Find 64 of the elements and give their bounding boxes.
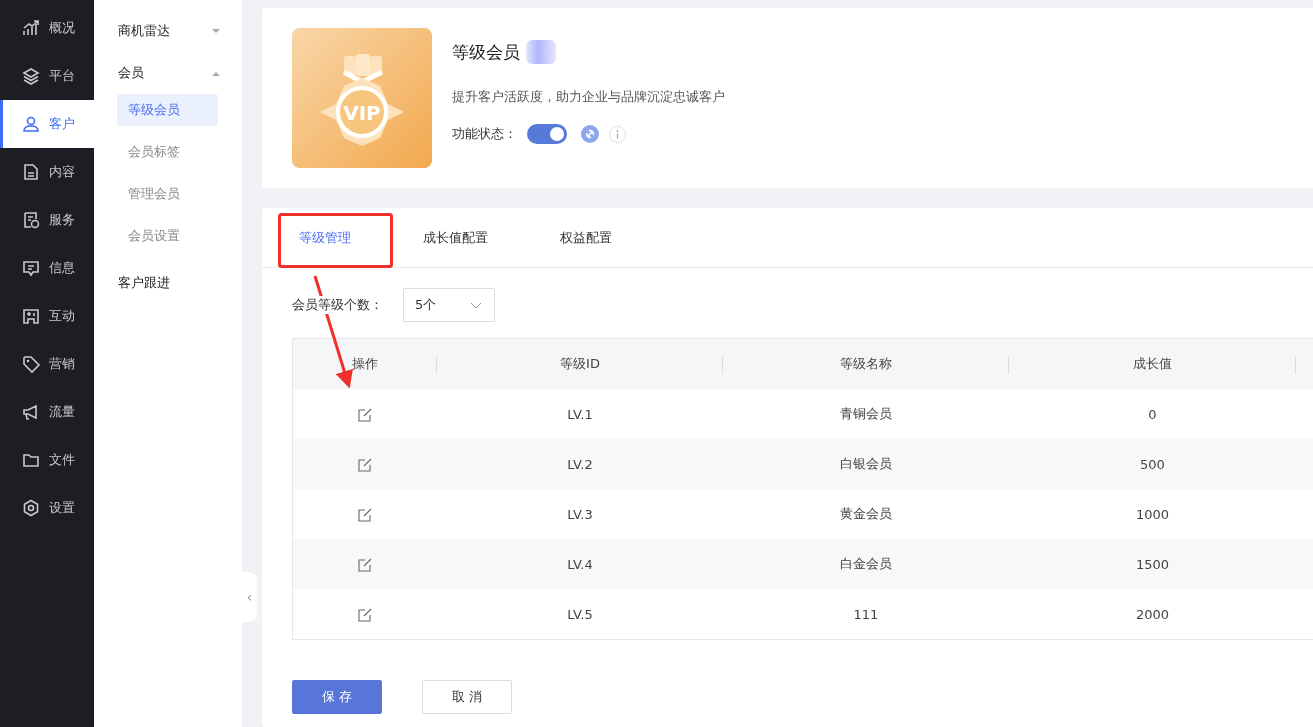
vip-text: VIP — [343, 101, 381, 125]
table-cell: 青铜会员 — [840, 406, 892, 421]
table-cell: LV.2 — [567, 456, 593, 472]
table-cell: 白金会员 — [840, 556, 892, 571]
edit-icon[interactable] — [358, 607, 372, 622]
table-cell: 2000 — [1135, 606, 1170, 622]
tag-icon — [21, 354, 41, 374]
status-label: 功能状态： — [452, 125, 517, 143]
table-cell: LV.5 — [567, 606, 593, 622]
column-header: 等级ID — [560, 356, 600, 371]
person-icon — [21, 114, 41, 134]
nav-item[interactable]: 流量 — [0, 388, 94, 436]
cancel-button[interactable]: 取 消 — [422, 680, 512, 714]
tab[interactable]: 权益配置 — [539, 208, 633, 267]
gamepad-icon — [21, 306, 41, 326]
nav-item[interactable]: 设置 — [0, 484, 94, 532]
nav-item[interactable]: 内容 — [0, 148, 94, 196]
level-count-select[interactable]: 5个 — [403, 288, 495, 322]
table-cell: 1000 — [1135, 506, 1170, 522]
edit-icon[interactable] — [358, 507, 372, 522]
tab[interactable]: 成长值配置 — [402, 208, 509, 267]
table-cell: 黄金会员 — [840, 506, 892, 521]
table-cell: LV.1 — [567, 406, 593, 422]
nav-item[interactable]: 文件 — [0, 436, 94, 484]
submenu-group[interactable]: 商机雷达 — [94, 10, 242, 52]
table-cell: 0 — [1148, 406, 1157, 422]
page-title: 等级会员 — [452, 40, 520, 64]
nav-item[interactable]: 互动 — [0, 292, 94, 340]
table-cell: LV.3 — [567, 506, 593, 522]
table-cell: 1500 — [1135, 556, 1170, 572]
submenu-item[interactable]: 管理会员 — [117, 178, 218, 210]
column-header: 成长值 — [1133, 356, 1172, 371]
status-switch[interactable] — [527, 124, 567, 144]
table-cell: 111 — [853, 606, 879, 622]
nav-item[interactable]: 平台 — [0, 52, 94, 100]
table-cell: 白银会员 — [840, 456, 892, 471]
submenu-item[interactable]: 会员设置 — [117, 220, 218, 252]
description: 提升客户活跃度，助力企业与品牌沉淀忠诚客户 — [452, 88, 725, 106]
table-cell: LV.4 — [567, 556, 593, 572]
edit-icon[interactable] — [358, 557, 372, 572]
column-header: 操作 — [352, 356, 378, 371]
settings-icon — [21, 498, 41, 518]
submenu-item[interactable]: 等级会员 — [117, 94, 218, 126]
blurred-badge — [526, 40, 556, 64]
edit-icon[interactable] — [358, 457, 372, 472]
table-cell: 500 — [1140, 456, 1165, 472]
document-clock-icon — [21, 210, 41, 230]
nav-item[interactable]: 客户 — [0, 100, 94, 148]
edit-icon[interactable] — [358, 407, 372, 422]
tab[interactable]: 等级管理 — [278, 208, 372, 267]
column-header: 等级名称 — [840, 356, 892, 371]
save-button[interactable]: 保 存 — [292, 680, 382, 714]
submenu-group[interactable]: 客户跟进 — [94, 262, 242, 304]
message-icon — [21, 258, 41, 278]
chart-icon — [21, 18, 41, 38]
submenu-group[interactable]: 会员 — [94, 52, 242, 94]
nav-item[interactable]: 营销 — [0, 340, 94, 388]
chevron-down-icon — [470, 301, 482, 309]
layers-icon — [21, 66, 41, 86]
document-icon — [21, 162, 41, 182]
submenu-item[interactable]: 会员标签 — [117, 136, 218, 168]
nav-item[interactable]: 信息 — [0, 244, 94, 292]
nav-item[interactable]: 服务 — [0, 196, 94, 244]
nav-item[interactable]: 概况 — [0, 4, 94, 52]
